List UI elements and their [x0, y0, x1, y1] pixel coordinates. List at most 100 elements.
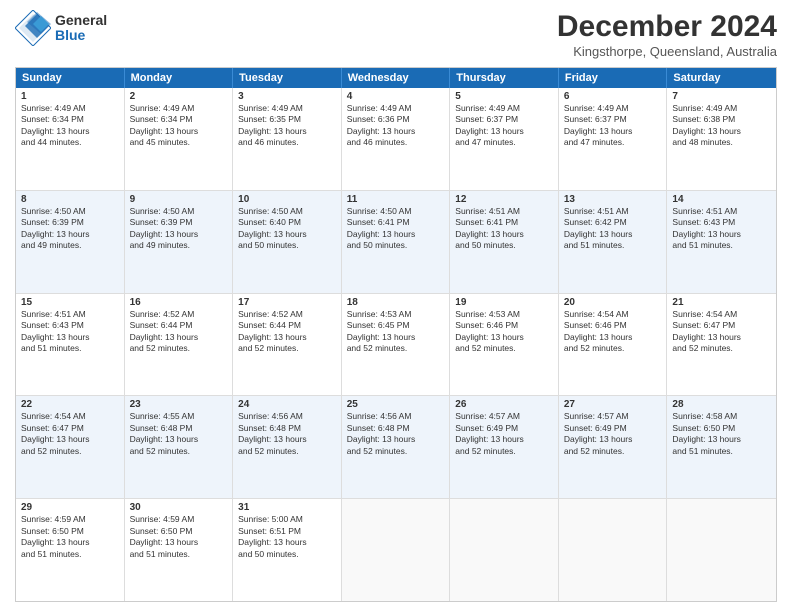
cell-line: Sunrise: 4:54 AM: [564, 309, 662, 320]
calendar-row-2: 8Sunrise: 4:50 AMSunset: 6:39 PMDaylight…: [16, 191, 776, 294]
day-cell-23: 23Sunrise: 4:55 AMSunset: 6:48 PMDayligh…: [125, 396, 234, 498]
cell-line: Sunset: 6:48 PM: [130, 423, 228, 434]
cell-line: Sunrise: 4:49 AM: [21, 103, 119, 114]
cell-line: Sunset: 6:37 PM: [455, 114, 553, 125]
day-number: 18: [347, 297, 445, 308]
cell-line: Sunrise: 4:56 AM: [347, 411, 445, 422]
day-number: 31: [238, 502, 336, 513]
cell-line: Daylight: 13 hours: [21, 229, 119, 240]
day-number: 6: [564, 91, 662, 102]
day-cell-27: 27Sunrise: 4:57 AMSunset: 6:49 PMDayligh…: [559, 396, 668, 498]
cell-line: Daylight: 13 hours: [238, 332, 336, 343]
cell-line: Sunset: 6:41 PM: [347, 217, 445, 228]
month-title: December 2024: [557, 10, 777, 44]
cell-line: Sunrise: 4:49 AM: [347, 103, 445, 114]
calendar-row-3: 15Sunrise: 4:51 AMSunset: 6:43 PMDayligh…: [16, 294, 776, 397]
calendar: SundayMondayTuesdayWednesdayThursdayFrid…: [15, 67, 777, 602]
header-cell-monday: Monday: [125, 68, 234, 88]
empty-cell: [559, 499, 668, 601]
day-number: 28: [672, 399, 771, 410]
logo-blue: Blue: [55, 28, 107, 43]
day-number: 3: [238, 91, 336, 102]
cell-line: Sunset: 6:42 PM: [564, 217, 662, 228]
cell-line: and 49 minutes.: [21, 240, 119, 251]
day-cell-31: 31Sunrise: 5:00 AMSunset: 6:51 PMDayligh…: [233, 499, 342, 601]
cell-line: and 49 minutes.: [130, 240, 228, 251]
day-cell-8: 8Sunrise: 4:50 AMSunset: 6:39 PMDaylight…: [16, 191, 125, 293]
day-number: 23: [130, 399, 228, 410]
cell-line: Sunset: 6:50 PM: [130, 526, 228, 537]
header: General Blue December 2024 Kingsthorpe, …: [15, 10, 777, 59]
cell-line: Sunset: 6:34 PM: [130, 114, 228, 125]
cell-line: Sunset: 6:49 PM: [564, 423, 662, 434]
cell-line: and 52 minutes.: [564, 343, 662, 354]
cell-line: and 52 minutes.: [238, 343, 336, 354]
header-cell-thursday: Thursday: [450, 68, 559, 88]
day-cell-2: 2Sunrise: 4:49 AMSunset: 6:34 PMDaylight…: [125, 88, 234, 190]
day-cell-19: 19Sunrise: 4:53 AMSunset: 6:46 PMDayligh…: [450, 294, 559, 396]
day-cell-21: 21Sunrise: 4:54 AMSunset: 6:47 PMDayligh…: [667, 294, 776, 396]
cell-line: Daylight: 13 hours: [672, 332, 771, 343]
cell-line: Daylight: 13 hours: [130, 229, 228, 240]
cell-line: Sunset: 6:35 PM: [238, 114, 336, 125]
day-number: 27: [564, 399, 662, 410]
cell-line: Sunrise: 4:53 AM: [455, 309, 553, 320]
day-cell-13: 13Sunrise: 4:51 AMSunset: 6:42 PMDayligh…: [559, 191, 668, 293]
day-cell-28: 28Sunrise: 4:58 AMSunset: 6:50 PMDayligh…: [667, 396, 776, 498]
day-cell-26: 26Sunrise: 4:57 AMSunset: 6:49 PMDayligh…: [450, 396, 559, 498]
logo-text: General Blue: [55, 13, 107, 44]
day-cell-25: 25Sunrise: 4:56 AMSunset: 6:48 PMDayligh…: [342, 396, 451, 498]
day-cell-9: 9Sunrise: 4:50 AMSunset: 6:39 PMDaylight…: [125, 191, 234, 293]
cell-line: Sunrise: 4:58 AM: [672, 411, 771, 422]
cell-line: Daylight: 13 hours: [672, 434, 771, 445]
header-cell-tuesday: Tuesday: [233, 68, 342, 88]
cell-line: Daylight: 13 hours: [21, 332, 119, 343]
day-number: 14: [672, 194, 771, 205]
cell-line: and 52 minutes.: [21, 446, 119, 457]
cell-line: and 52 minutes.: [130, 343, 228, 354]
day-number: 7: [672, 91, 771, 102]
day-cell-7: 7Sunrise: 4:49 AMSunset: 6:38 PMDaylight…: [667, 88, 776, 190]
cell-line: and 51 minutes.: [672, 240, 771, 251]
cell-line: Sunrise: 4:51 AM: [21, 309, 119, 320]
cell-line: Sunrise: 4:50 AM: [130, 206, 228, 217]
day-cell-30: 30Sunrise: 4:59 AMSunset: 6:50 PMDayligh…: [125, 499, 234, 601]
header-cell-wednesday: Wednesday: [342, 68, 451, 88]
day-cell-10: 10Sunrise: 4:50 AMSunset: 6:40 PMDayligh…: [233, 191, 342, 293]
cell-line: Sunrise: 4:52 AM: [238, 309, 336, 320]
logo-icon: [15, 10, 51, 46]
cell-line: and 52 minutes.: [455, 446, 553, 457]
day-number: 20: [564, 297, 662, 308]
cell-line: and 51 minutes.: [672, 446, 771, 457]
empty-cell: [342, 499, 451, 601]
cell-line: and 47 minutes.: [455, 137, 553, 148]
cell-line: Sunset: 6:38 PM: [672, 114, 771, 125]
cell-line: and 45 minutes.: [130, 137, 228, 148]
cell-line: Sunrise: 4:51 AM: [455, 206, 553, 217]
calendar-row-5: 29Sunrise: 4:59 AMSunset: 6:50 PMDayligh…: [16, 499, 776, 601]
cell-line: Daylight: 13 hours: [564, 229, 662, 240]
cell-line: and 52 minutes.: [130, 446, 228, 457]
empty-cell: [667, 499, 776, 601]
cell-line: and 51 minutes.: [21, 343, 119, 354]
cell-line: Sunrise: 4:54 AM: [21, 411, 119, 422]
calendar-row-1: 1Sunrise: 4:49 AMSunset: 6:34 PMDaylight…: [16, 88, 776, 191]
cell-line: Daylight: 13 hours: [130, 332, 228, 343]
cell-line: Sunrise: 4:51 AM: [672, 206, 771, 217]
cell-line: Sunset: 6:44 PM: [238, 320, 336, 331]
cell-line: Sunset: 6:51 PM: [238, 526, 336, 537]
day-cell-24: 24Sunrise: 4:56 AMSunset: 6:48 PMDayligh…: [233, 396, 342, 498]
cell-line: and 52 minutes.: [238, 446, 336, 457]
cell-line: Sunset: 6:39 PM: [130, 217, 228, 228]
empty-cell: [450, 499, 559, 601]
cell-line: Daylight: 13 hours: [455, 229, 553, 240]
cell-line: Daylight: 13 hours: [130, 126, 228, 137]
day-number: 17: [238, 297, 336, 308]
cell-line: Daylight: 13 hours: [21, 537, 119, 548]
cell-line: and 51 minutes.: [130, 549, 228, 560]
day-number: 30: [130, 502, 228, 513]
day-number: 10: [238, 194, 336, 205]
page: General Blue December 2024 Kingsthorpe, …: [0, 0, 792, 612]
cell-line: Sunset: 6:44 PM: [130, 320, 228, 331]
day-cell-12: 12Sunrise: 4:51 AMSunset: 6:41 PMDayligh…: [450, 191, 559, 293]
